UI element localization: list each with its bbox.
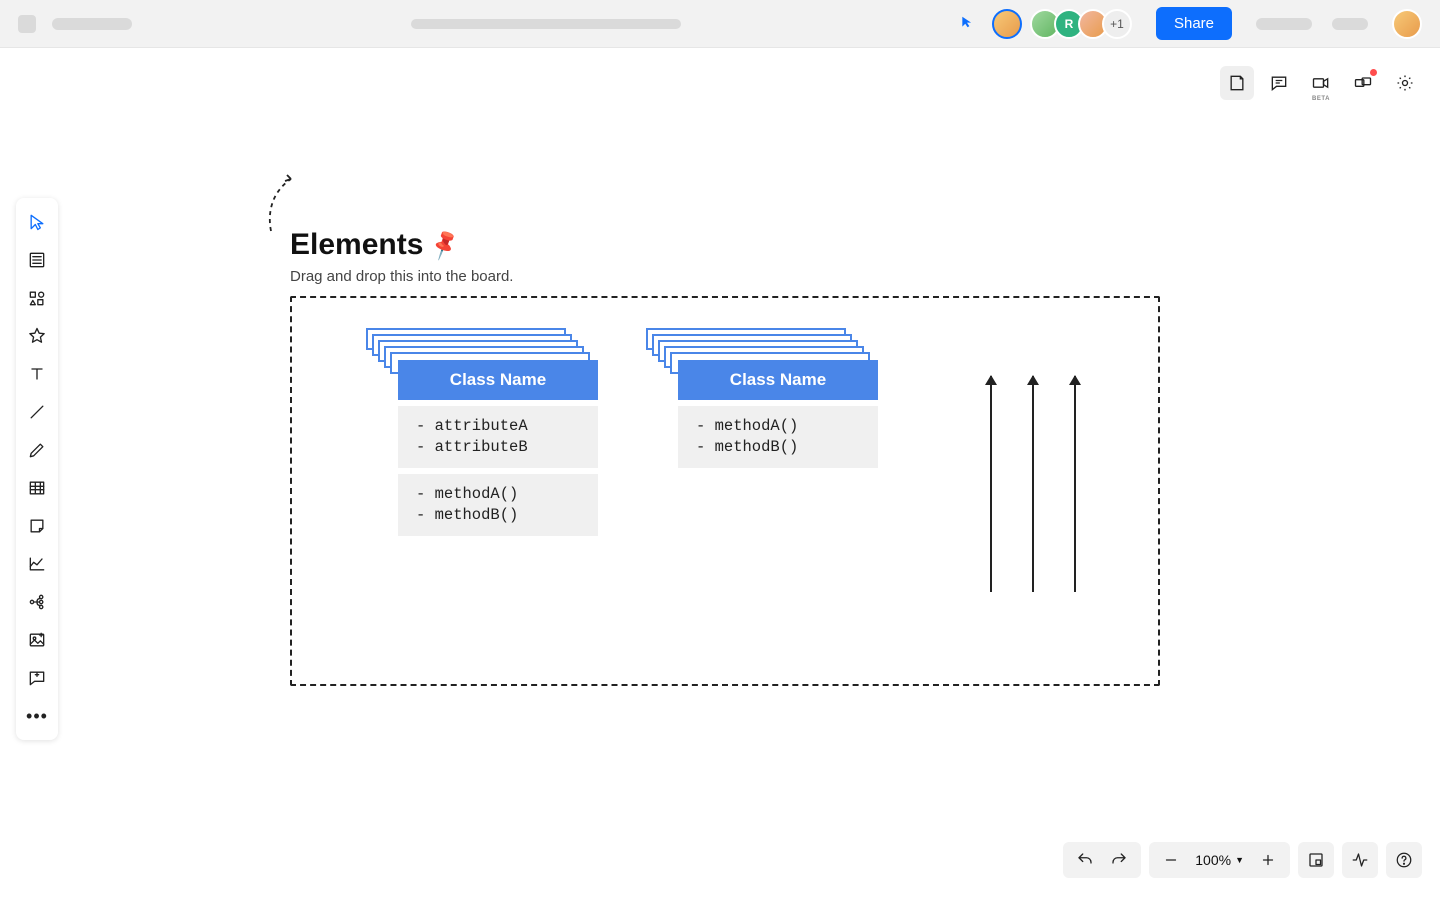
arrow-element[interactable] [1032,376,1034,592]
avatar-current-user[interactable] [992,9,1022,39]
avatar-more[interactable]: +1 [1102,9,1132,39]
class-card-methods[interactable]: - methodA() - methodB() [678,406,878,468]
class-card-full-stack[interactable]: Class Name - attributeA - attributeB - m… [372,334,572,544]
section-title: Elements [290,228,423,262]
top-bar: R +1 Share [0,0,1440,48]
zoom-level[interactable]: 100%▼ [1189,852,1250,868]
class-card-simple-stack[interactable]: Class Name - methodA() - methodB() [652,334,852,484]
redo-button[interactable] [1103,844,1135,876]
class-card-title[interactable]: Class Name [678,360,878,400]
activity-button[interactable] [1342,842,1378,878]
search-placeholder[interactable] [411,19,681,29]
topbar-center [144,19,948,29]
cursor-indicator-icon [960,15,974,32]
collaborator-avatars: R +1 [992,9,1132,39]
app-logo-placeholder [18,15,36,33]
topbar-action-placeholder-1[interactable] [1256,18,1312,30]
class-card-title[interactable]: Class Name [398,360,598,400]
caret-down-icon: ▼ [1235,855,1244,865]
zoom-out-button[interactable] [1155,844,1187,876]
zoom-in-button[interactable] [1252,844,1284,876]
arrow-element[interactable] [990,376,992,592]
board-canvas[interactable]: Elements 📌 Drag and drop this into the b… [0,48,1440,900]
section-subtitle: Drag and drop this into the board. [290,268,513,285]
class-card-methods[interactable]: - methodA() - methodB() [398,474,598,536]
topbar-action-placeholder-2[interactable] [1332,18,1368,30]
avatar-profile[interactable] [1392,9,1422,39]
share-button[interactable]: Share [1156,7,1232,40]
map-view-button[interactable] [1298,842,1334,878]
arrow-element[interactable] [1074,376,1076,592]
undo-button[interactable] [1069,844,1101,876]
elements-container[interactable]: Class Name - attributeA - attributeB - m… [290,296,1160,686]
hand-arrow-icon [265,173,305,233]
board-title-placeholder[interactable] [52,18,132,30]
history-group [1063,842,1141,878]
section-header: Elements 📌 Drag and drop this into the b… [290,228,513,285]
bottom-controls: 100%▼ [1063,842,1422,878]
help-button[interactable] [1386,842,1422,878]
class-card-attributes[interactable]: - attributeA - attributeB [398,406,598,468]
zoom-group: 100%▼ [1149,842,1290,878]
pushpin-icon: 📌 [427,227,463,262]
